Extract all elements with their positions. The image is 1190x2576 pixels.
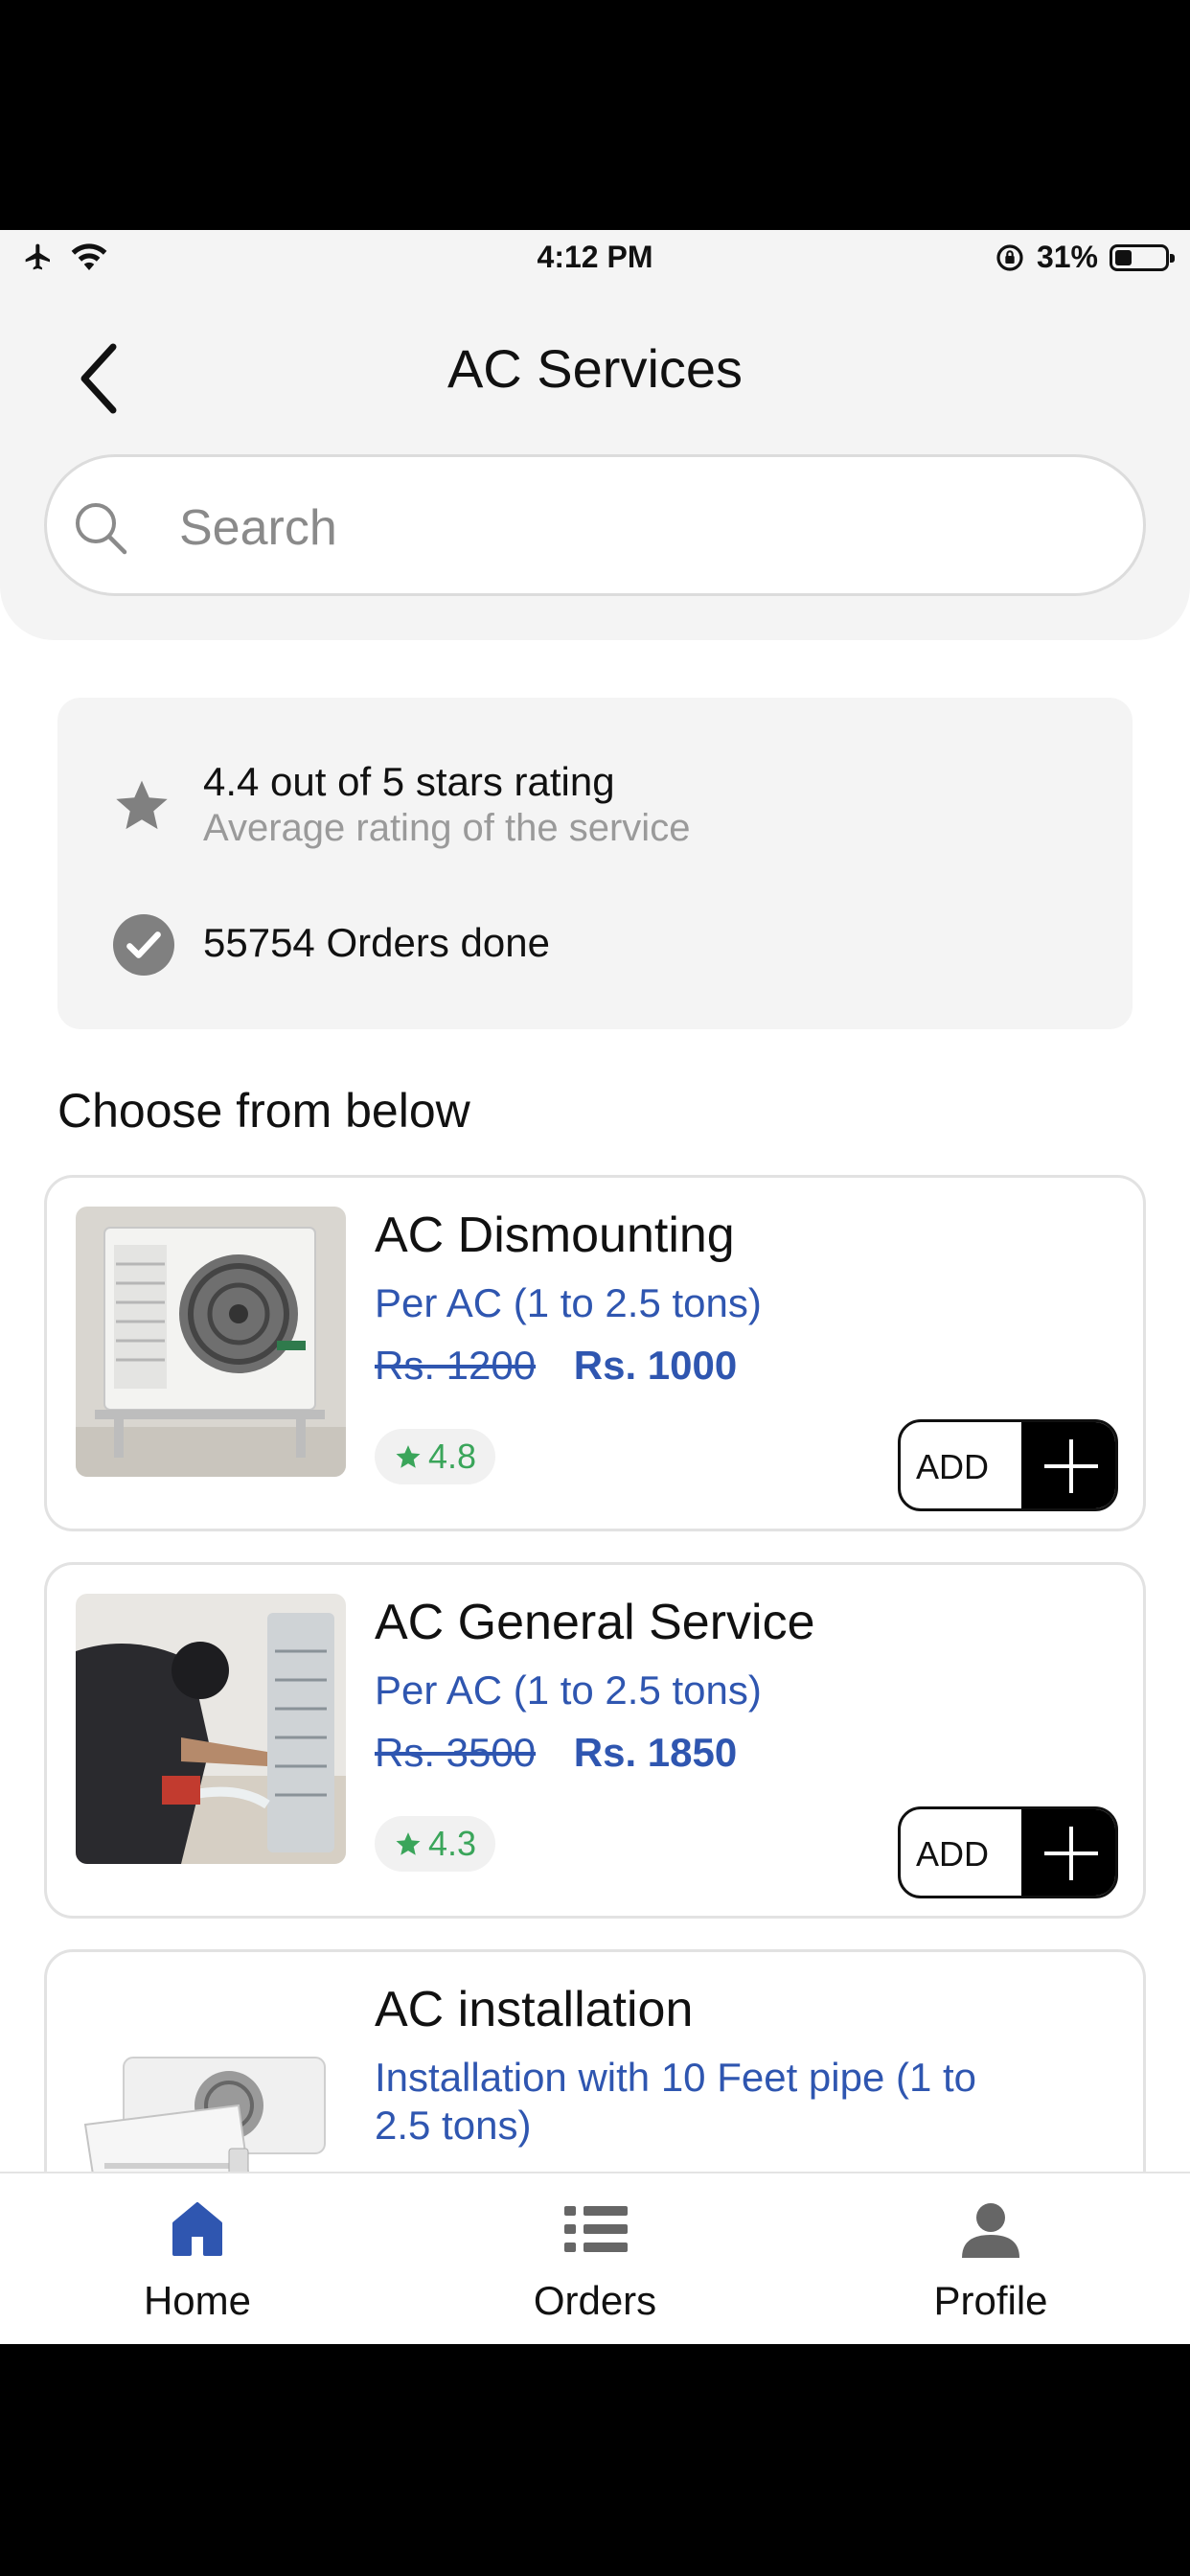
status-bar: 4:12 PM 31% [0,230,1190,288]
rating-summary: 4.4 out of 5 stars rating [203,759,615,804]
service-description: Per AC (1 to 2.5 tons) [375,1668,762,1713]
tab-label: Home [143,2278,252,2323]
page-title: AC Services [446,338,744,399]
battery-percent: 31% [1036,240,1098,274]
service-description: Per AC (1 to 2.5 tons) [375,1280,762,1325]
service-card[interactable]: AC Dismounting Per AC (1 to 2.5 tons) Rs… [44,1175,1146,1531]
rating-badge: 4.3 [375,1816,496,1872]
service-image-technician [76,1594,346,1864]
price-row: Rs. 3500 Rs. 1850 [375,1730,737,1776]
section-title: Choose from below [57,1084,470,1138]
old-price: Rs. 3500 [375,1730,537,1775]
add-label: ADD [916,1834,990,1874]
search-input[interactable] [177,484,1043,572]
service-stats-card: 4.4 out of 5 stars rating Average rating… [57,698,1133,1029]
plus-icon [1021,1422,1115,1508]
rating-badge: 4.8 [375,1429,496,1484]
tab-home[interactable]: Home [54,2191,341,2334]
tab-profile[interactable]: Profile [847,2191,1134,2334]
service-name: AC Dismounting [375,1208,735,1263]
status-right: 31% [995,240,1175,275]
service-card[interactable]: AC General Service Per AC (1 to 2.5 tons… [44,1562,1146,1919]
search-bar[interactable] [44,454,1146,596]
add-button[interactable]: ADD [898,1419,1118,1511]
add-label: ADD [916,1447,990,1486]
search-icon [76,503,127,555]
rotation-lock-icon [996,243,1023,271]
bottom-tab-bar: Home Orders Profile [0,2172,1190,2344]
plus-icon [1021,1809,1115,1896]
battery-icon [1110,243,1175,271]
old-price: Rs. 1200 [375,1343,537,1388]
check-circle-icon [113,914,174,976]
star-icon [116,780,168,830]
header: AC Services [0,288,1190,640]
add-button[interactable]: ADD [898,1806,1118,1898]
price-row: Rs. 1200 Rs. 1000 [375,1343,737,1389]
home-icon [172,2202,222,2256]
list-icon [564,2206,628,2252]
tab-label: Orders [533,2278,657,2323]
service-description: Installation with 10 Feet pipe (1 to 2.5… [375,2055,977,2148]
app-screen: 4:12 PM 31% AC Services 4.4 out of 5 sta… [0,230,1190,2344]
service-name: AC installation [375,1982,694,2037]
service-image-ac-outdoor-unit [76,1207,346,1477]
tab-label: Profile [933,2278,1048,2323]
person-icon [962,2203,1019,2258]
star-icon [396,1445,421,1468]
new-price: Rs. 1000 [573,1343,738,1388]
star-icon [396,1832,421,1855]
rating-value: 4.3 [428,1824,477,1863]
tab-orders[interactable]: Orders [451,2191,739,2334]
service-name: AC General Service [375,1595,815,1650]
orders-count: 55754 Orders done [203,920,550,965]
rating-value: 4.8 [428,1437,477,1476]
new-price: Rs. 1850 [573,1730,738,1775]
rating-subtitle: Average rating of the service [203,807,691,849]
